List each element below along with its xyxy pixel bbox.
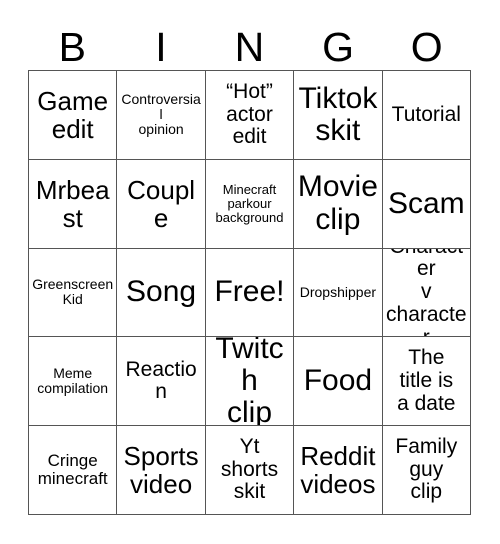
- bingo-cell-label: Meme compilation: [37, 365, 109, 397]
- bingo-cell-label: Controversial opinion: [121, 91, 201, 138]
- bingo-cell[interactable]: Game edit: [29, 71, 118, 160]
- bingo-cell[interactable]: Reddit videos: [294, 426, 383, 515]
- bingo-cell-label: Reaction: [125, 357, 197, 404]
- bingo-cell-label: Greenscreen Kid: [32, 276, 114, 308]
- bingo-cell[interactable]: Movie clip: [294, 159, 383, 249]
- bingo-cell[interactable]: The title is a date: [382, 337, 471, 427]
- bingo-header-letter-i: I: [155, 24, 167, 70]
- bingo-header-letter-b: B: [58, 24, 86, 70]
- bingo-cell[interactable]: Yt shorts skit: [205, 426, 295, 515]
- bingo-cell[interactable]: Song: [117, 248, 206, 338]
- bingo-cell-label: Cringe minecraft: [37, 450, 108, 489]
- bingo-cell[interactable]: “Hot” actor edit: [205, 71, 295, 160]
- bingo-cell[interactable]: Character v character: [382, 248, 471, 338]
- bingo-cell[interactable]: Food: [294, 337, 383, 427]
- bingo-cell-label: Family guy clip: [395, 435, 458, 504]
- bingo-cell[interactable]: Twitch clip: [205, 337, 295, 427]
- bingo-header: B I N G O: [28, 16, 471, 70]
- bingo-cell-label: Sports video: [123, 441, 199, 500]
- bingo-cell-label: Tutorial: [391, 102, 461, 126]
- bingo-header-letter-n: N: [234, 24, 265, 70]
- bingo-cell-label: Tiktok skit: [298, 81, 378, 147]
- bingo-cell-label: Free!: [214, 275, 285, 309]
- bingo-cell-label: Movie clip: [297, 170, 378, 236]
- bingo-cell[interactable]: Dropshipper: [294, 248, 383, 338]
- bingo-header-letter-o: O: [410, 24, 443, 70]
- bingo-cell-label: Song: [126, 275, 197, 309]
- bingo-cell-label: Yt shorts skit: [220, 435, 279, 504]
- bingo-cell-label: Twitch clip: [215, 337, 284, 427]
- bingo-cell-label: Scam: [387, 186, 465, 220]
- bingo-cell[interactable]: Reaction: [117, 337, 206, 427]
- bingo-cell-label: Reddit videos: [300, 441, 376, 500]
- bingo-cell[interactable]: Mrbeast: [29, 159, 118, 249]
- bingo-cell[interactable]: Greenscreen Kid: [29, 248, 118, 338]
- bingo-cell-label: Minecraft parkour background: [215, 181, 284, 225]
- bingo-cell-label: Food: [303, 364, 373, 398]
- bingo-cell-free[interactable]: Free!: [205, 248, 295, 338]
- bingo-cell[interactable]: Sports video: [117, 426, 206, 515]
- bingo-cell[interactable]: Couple: [117, 159, 206, 249]
- bingo-cell[interactable]: Meme compilation: [29, 337, 118, 427]
- bingo-cell[interactable]: Scam: [382, 159, 471, 249]
- bingo-cell-label: Dropshipper: [299, 283, 377, 300]
- bingo-cell-label: Character v character: [386, 249, 467, 338]
- bingo-cell-label: Mrbeast: [35, 174, 110, 233]
- bingo-cell-label: “Hot” actor edit: [226, 79, 273, 149]
- bingo-card: B I N G O Game edit Controversial opinio…: [0, 0, 500, 544]
- bingo-cell[interactable]: Controversial opinion: [117, 71, 206, 160]
- bingo-cell[interactable]: Family guy clip: [382, 426, 471, 515]
- bingo-cell-label: The title is a date: [397, 346, 456, 415]
- bingo-cell[interactable]: Tiktok skit: [294, 71, 383, 160]
- bingo-header-letter-g: G: [322, 24, 355, 70]
- bingo-cell[interactable]: Tutorial: [382, 71, 471, 160]
- bingo-cell-label: Couple: [127, 174, 196, 233]
- bingo-grid: Game edit Controversial opinion “Hot” ac…: [28, 70, 471, 515]
- bingo-cell[interactable]: Cringe minecraft: [29, 426, 118, 515]
- bingo-cell[interactable]: Minecraft parkour background: [205, 159, 295, 249]
- bingo-cell-label: Game edit: [37, 85, 109, 144]
